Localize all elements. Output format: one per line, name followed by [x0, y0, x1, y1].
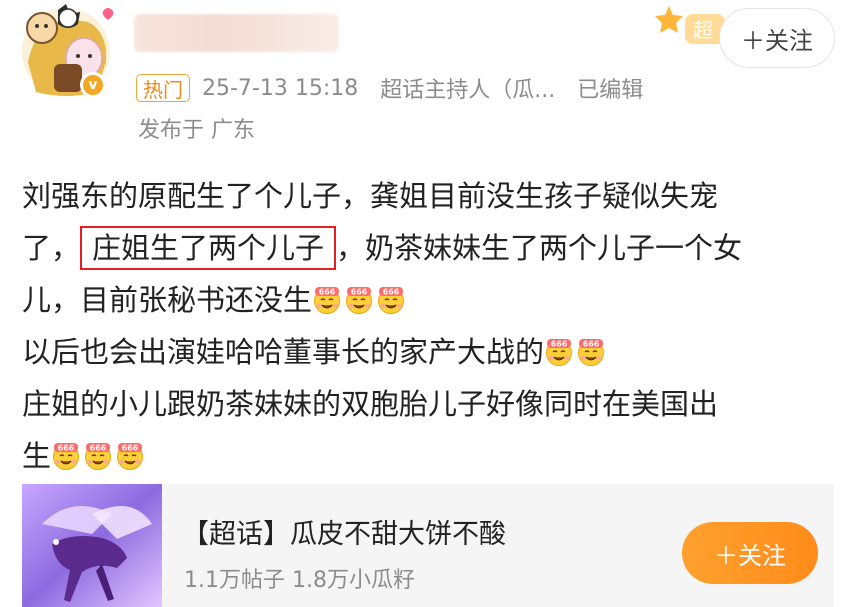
hot-badge: 热门: [136, 74, 190, 102]
post-text: 刘强东的原配生了个儿子，龚姐目前没生孩子疑似失宠 了， 庄姐生了两个儿子 ，奶茶妹妹…: [22, 170, 852, 482]
edited-label[interactable]: 已编辑: [577, 72, 643, 104]
post-time: 25-7-13 15:18: [202, 75, 359, 101]
emoji-666-icon: [344, 285, 374, 315]
topic-stats: 1.1万帖子 1.8万小瓜籽: [184, 568, 415, 593]
emoji-666-icon: [51, 441, 81, 471]
post-line: 了， 庄姐生了两个儿子 ，奶茶妹妹生了两个儿子一个女: [22, 222, 852, 274]
post-text-segment: ，奶茶妹妹生了两个儿子一个女: [336, 231, 743, 265]
verified-badge-icon: v: [80, 72, 106, 98]
post-line: 刘强东的原配生了个儿子，龚姐目前没生孩子疑似失宠: [22, 179, 719, 213]
svg-text:超: 超: [693, 18, 713, 42]
highlighted-phrase: 庄姐生了两个儿子: [80, 226, 337, 270]
post-text-segment: 生: [22, 439, 52, 473]
emoji-666-icon: [115, 441, 145, 471]
post-source[interactable]: 超话主持人（瓜...: [380, 72, 555, 104]
post-text-segment: 了，: [22, 231, 81, 265]
post-line: 以后也会出演娃哈哈董事长的家产大战的: [22, 326, 852, 378]
emoji-666-icon: [83, 441, 113, 471]
post-location: 发布于 广东: [138, 118, 255, 143]
post-line: 儿，目前张秘书还没生: [22, 274, 852, 326]
topic-thumbnail: [22, 484, 162, 607]
super-topic-card[interactable]: 【超话】瓜皮不甜大饼不酸 1.1万帖子 1.8万小瓜籽 ＋关注: [22, 484, 834, 607]
post-header: v 超 ＋关注 热门 25-7-13 15:18 超话主持人（瓜... 已编辑 …: [0, 0, 864, 150]
emoji-666-icon: [312, 285, 342, 315]
emoji-666-icon: [544, 337, 574, 367]
emoji-666-icon: [376, 285, 406, 315]
star-icon: 超: [655, 6, 725, 44]
follow-button[interactable]: ＋关注: [719, 8, 835, 68]
post-meta: 热门 25-7-13 15:18 超话主持人（瓜... 已编辑: [136, 72, 643, 104]
post-text-segment: 儿，目前张秘书还没生: [22, 283, 313, 317]
emoji-666-icon: [576, 337, 606, 367]
post-text-segment: 以后也会出演娃哈哈董事长的家产大战的: [22, 335, 545, 369]
username-redacted: [134, 14, 339, 52]
topic-follow-button[interactable]: ＋关注: [682, 522, 818, 584]
pegasus-image-icon: [22, 484, 162, 607]
post-line: 庄姐的小儿跟奶茶妹妹的双胞胎儿子好像同时在美国出: [22, 387, 719, 421]
post-line: 生: [22, 430, 852, 482]
super-topic-badge: 超: [655, 4, 725, 48]
topic-title[interactable]: 【超话】瓜皮不甜大饼不酸: [182, 512, 506, 551]
